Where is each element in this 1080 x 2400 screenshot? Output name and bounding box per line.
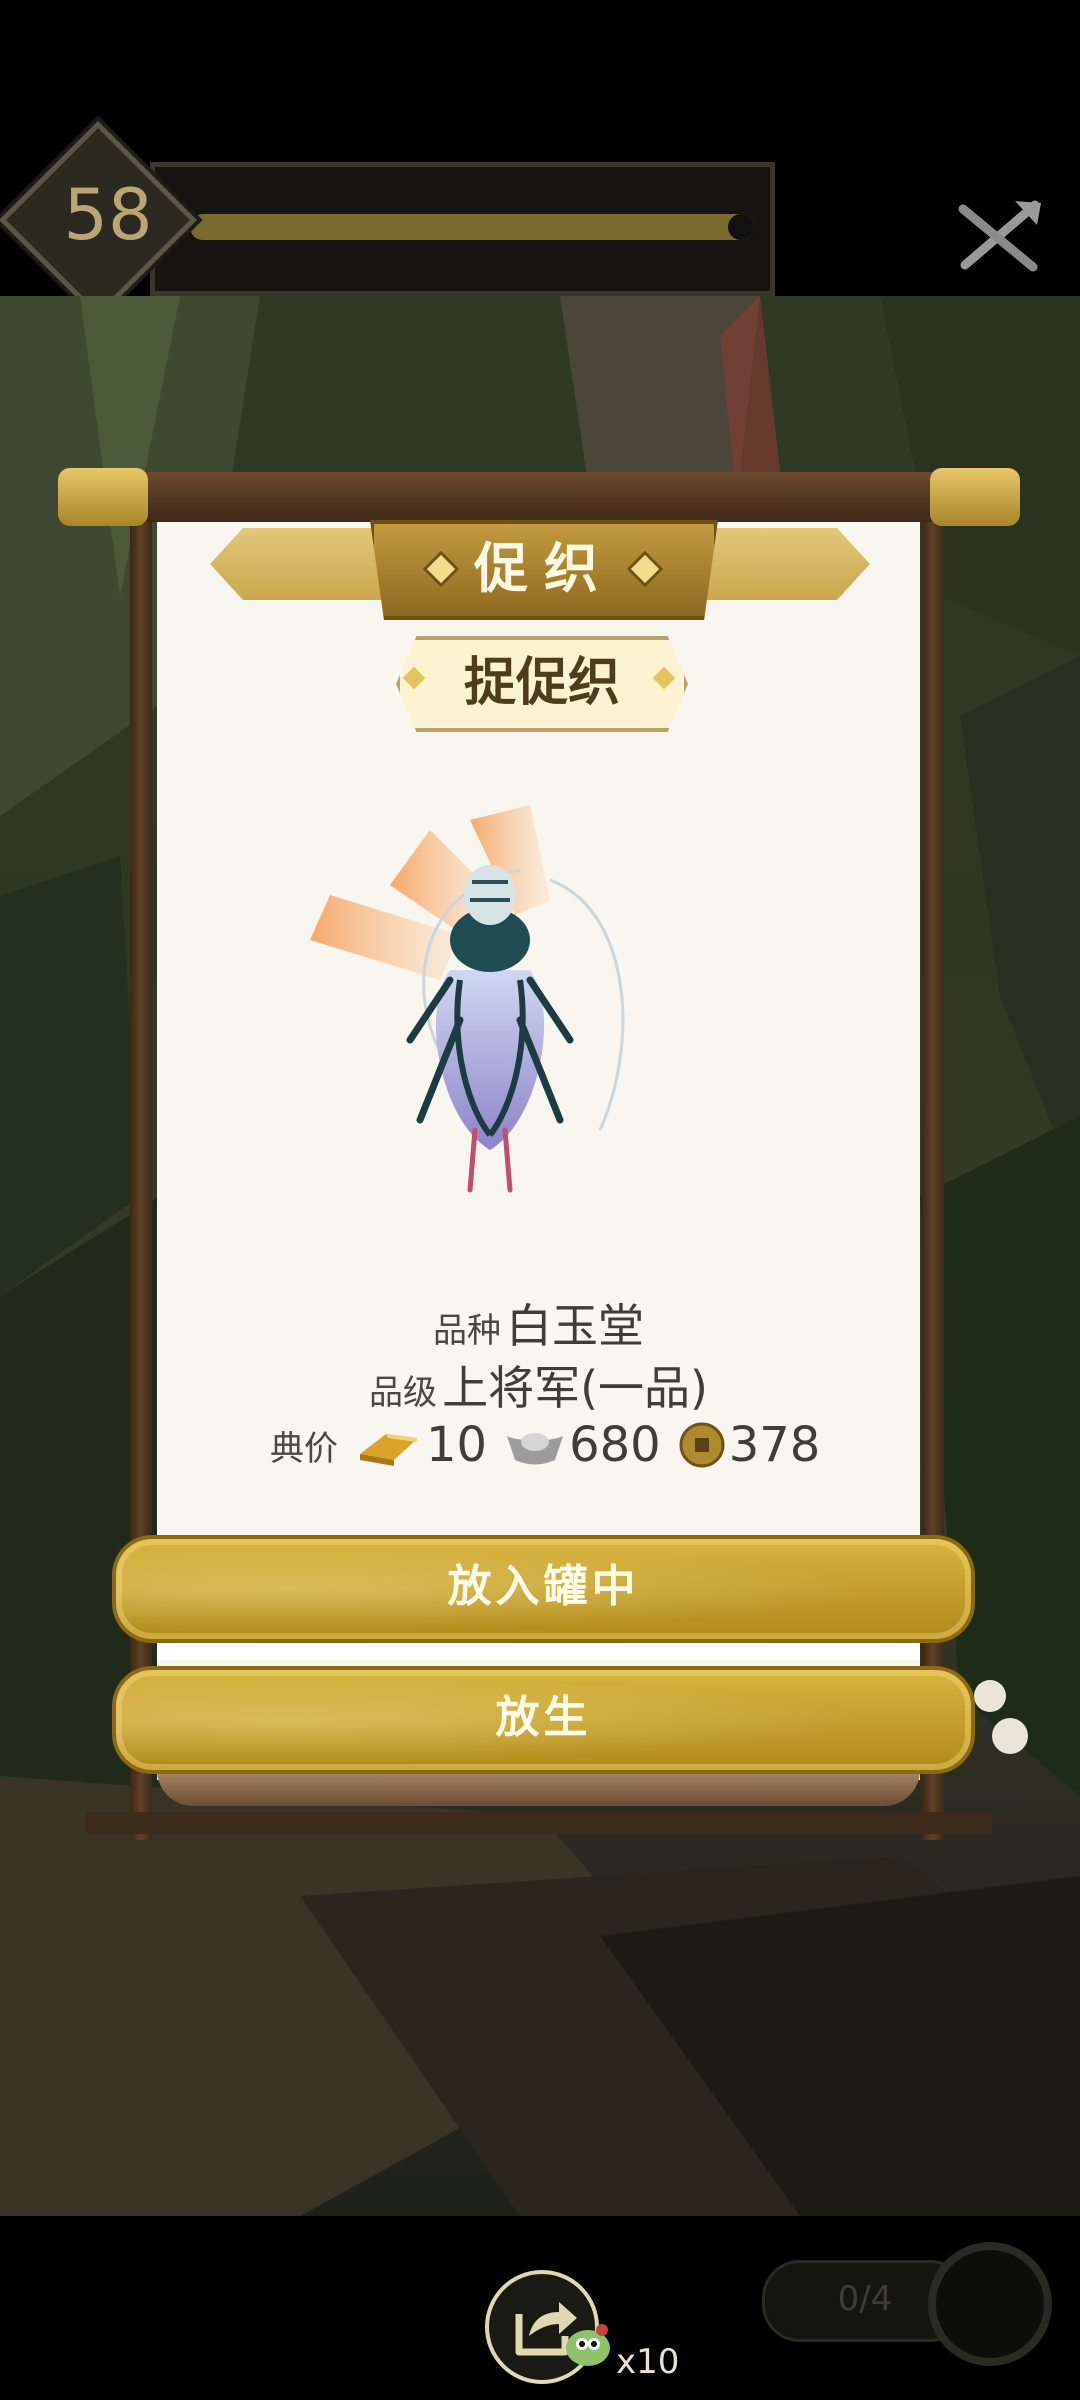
panel-title: 促织 [370,520,718,620]
grade-row: 品级 上将军(一品) [157,1352,920,1418]
grade-value: 上将军(一品) [442,1361,708,1415]
scroll-base-rod [86,1812,992,1834]
put-in-jar-button[interactable]: 放入罐中 [112,1535,975,1643]
price-row: 典价 10 680 378 [270,1410,834,1480]
xp-bar-fill [190,214,754,240]
silver-ingot-icon [507,1433,564,1465]
release-button[interactable]: 放生 [112,1666,975,1774]
panel-subtitle: 捉促织 [396,636,688,732]
pet-icon [566,2324,610,2366]
scroll-cap-right [930,468,1020,526]
pet-count: x10 [616,2342,680,2382]
scroll-cap-left [58,468,148,526]
level-number: 58 [63,174,153,256]
gold-ingot-icon [360,1434,418,1466]
copper-coin-icon [679,1422,725,1468]
close-icon[interactable] [955,195,1045,275]
price-gold: 10 [426,1417,488,1473]
scroll-top-rod [60,472,1015,522]
round-action-button[interactable] [928,2242,1052,2366]
breed-label: 品种 [432,1311,501,1351]
grade-label: 品级 [369,1373,437,1413]
panel-divider [157,1640,920,1660]
top-bar: 58 [0,0,1080,319]
price-label: 典价 [270,1428,338,1469]
price-copper: 378 [728,1417,821,1473]
cricket-illustration [310,805,625,1193]
scroll-bottom-roll [157,1770,920,1806]
breed-value: 白玉堂 [506,1299,645,1353]
price-silver: 680 [569,1417,661,1473]
breed-row: 品种 白玉堂 [157,1290,920,1356]
